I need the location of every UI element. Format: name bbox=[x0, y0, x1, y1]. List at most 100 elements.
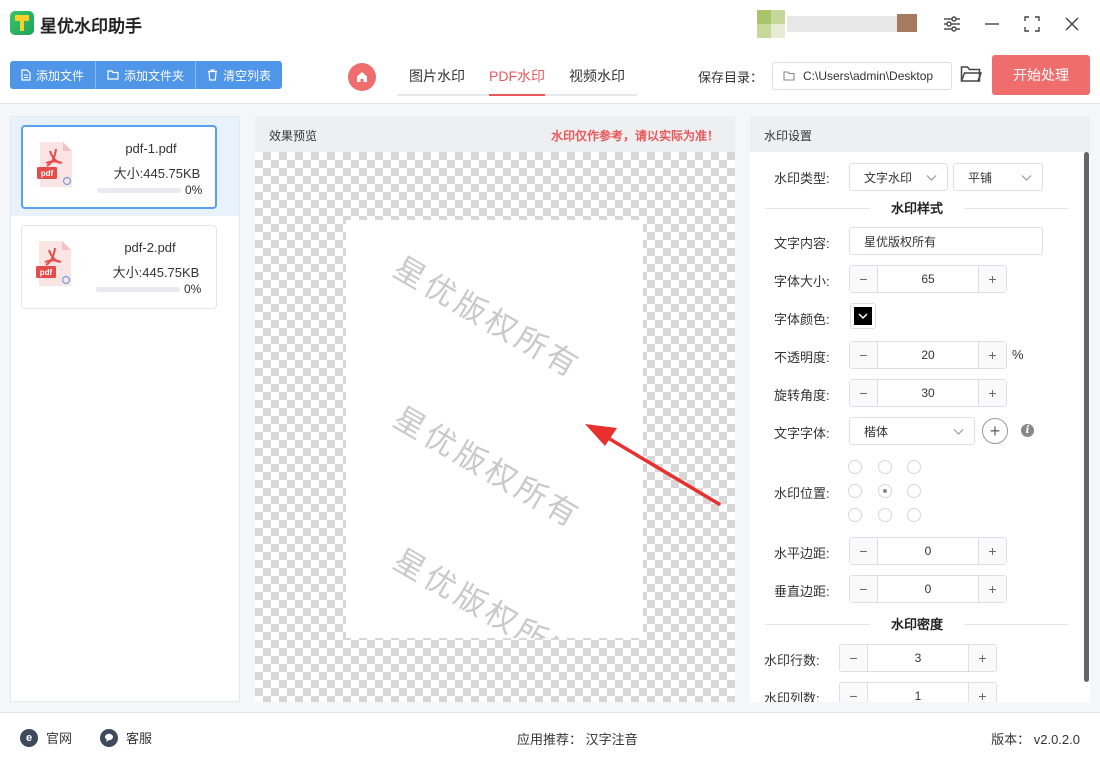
font-size-value[interactable]: 65 bbox=[878, 266, 978, 292]
clear-list-button[interactable]: 清空列表 bbox=[196, 61, 283, 89]
pdf-file-icon: pdf bbox=[36, 241, 71, 286]
decrement-button[interactable]: − bbox=[850, 576, 878, 602]
user-avatar[interactable] bbox=[757, 10, 927, 38]
add-folder-label: 添加文件夹 bbox=[124, 68, 185, 83]
support-link[interactable]: 客服 bbox=[100, 728, 152, 747]
annotation-arrow bbox=[585, 424, 721, 506]
add-file-label: 添加文件 bbox=[36, 68, 85, 83]
rotation-stepper[interactable]: − 30 + bbox=[849, 379, 1007, 407]
rows-label: 水印行数: bbox=[764, 653, 820, 668]
position-bottom-center[interactable] bbox=[878, 508, 892, 522]
font-color-label: 字体颜色: bbox=[774, 312, 830, 327]
app-logo-icon bbox=[10, 11, 34, 35]
font-family-select[interactable]: 楷体 bbox=[849, 417, 975, 445]
preview-header: 效果预览 水印仅作参考，请以实际为准！ bbox=[255, 116, 735, 152]
position-top-left[interactable] bbox=[848, 460, 862, 474]
chevron-down-icon bbox=[858, 313, 868, 320]
tab-pdf-watermark[interactable]: PDF水印 bbox=[477, 58, 557, 96]
decrement-button[interactable]: − bbox=[850, 266, 878, 292]
settings-panel: 水印设置 水印类型: 文字水印 平铺 水印样式 文字内容: 星优版权所有 字体大… bbox=[750, 116, 1090, 702]
increment-button[interactable]: + bbox=[978, 380, 1006, 406]
close-icon[interactable] bbox=[1060, 12, 1084, 36]
file-size: 大小:445.75KB bbox=[112, 265, 200, 280]
app-recommendation[interactable]: 应用推荐： 汉字注音 bbox=[517, 729, 638, 748]
increment-button[interactable]: + bbox=[968, 645, 996, 671]
settings-title: 水印设置 bbox=[764, 129, 813, 143]
version-text: 版本： v2.0.2.0 bbox=[991, 732, 1080, 747]
minimize-icon[interactable] bbox=[980, 12, 1004, 36]
font-color-picker[interactable] bbox=[850, 303, 876, 329]
file-item[interactable]: pdf pdf-2.pdf 大小:445.75KB 0% bbox=[21, 225, 217, 309]
preview-canvas: 星优版权所有 星优版权所有 星优版权所有 bbox=[255, 152, 735, 702]
settings-header: 水印设置 bbox=[750, 116, 1090, 152]
chevron-down-icon bbox=[926, 175, 937, 181]
vertical-margin-stepper[interactable]: − 0 + bbox=[849, 575, 1007, 603]
position-bottom-right[interactable] bbox=[907, 508, 921, 522]
info-icon[interactable]: i bbox=[1021, 424, 1034, 437]
tab-video-watermark[interactable]: 视频水印 bbox=[557, 58, 637, 94]
home-button[interactable] bbox=[348, 63, 376, 91]
decrement-button[interactable]: − bbox=[850, 380, 878, 406]
position-middle-left[interactable] bbox=[848, 484, 862, 498]
support-label: 客服 bbox=[126, 731, 153, 746]
save-dir-field[interactable]: C:\Users\admin\Desktop bbox=[772, 62, 952, 90]
add-file-button[interactable]: 添加文件 bbox=[10, 61, 97, 89]
browse-folder-icon[interactable] bbox=[960, 64, 983, 86]
decrement-button[interactable]: − bbox=[850, 342, 878, 368]
section-watermark-style: 水印样式 bbox=[765, 198, 1069, 218]
position-top-center[interactable] bbox=[878, 460, 892, 474]
rotation-value[interactable]: 30 bbox=[878, 380, 978, 406]
folder-icon bbox=[783, 71, 795, 81]
app-window: 星优水印助手 添加文件 添加文件夹 清空列表 图片水印 PDF水印 视频水印 保… bbox=[0, 0, 1100, 760]
position-center[interactable] bbox=[878, 484, 892, 498]
font-size-stepper[interactable]: − 65 + bbox=[849, 265, 1007, 293]
position-top-right[interactable] bbox=[907, 460, 921, 474]
horizontal-margin-value[interactable]: 0 bbox=[878, 538, 978, 564]
preview-title: 效果预览 bbox=[269, 129, 318, 143]
add-font-button[interactable]: + bbox=[982, 418, 1008, 444]
columns-stepper[interactable]: − 1 + bbox=[839, 682, 997, 702]
footer: e 官网 客服 应用推荐： 汉字注音 版本： v2.0.2.0 bbox=[0, 712, 1100, 760]
maximize-icon[interactable] bbox=[1020, 12, 1044, 36]
rows-value[interactable]: 3 bbox=[868, 645, 968, 671]
horizontal-margin-label: 水平边距: bbox=[774, 546, 830, 561]
horizontal-margin-stepper[interactable]: − 0 + bbox=[849, 537, 1007, 565]
font-family-value: 楷体 bbox=[864, 424, 889, 439]
increment-button[interactable]: + bbox=[968, 683, 996, 702]
increment-button[interactable]: + bbox=[978, 266, 1006, 292]
position-bottom-left[interactable] bbox=[848, 508, 862, 522]
color-swatch bbox=[854, 307, 872, 325]
file-list: pdf pdf-1.pdf 大小:445.75KB 0% pdf pdf-2.p… bbox=[10, 116, 240, 702]
tab-image-watermark[interactable]: 图片水印 bbox=[397, 58, 477, 94]
layout-mode-select[interactable]: 平铺 bbox=[953, 163, 1043, 191]
chat-bubble-icon bbox=[100, 728, 118, 747]
columns-value[interactable]: 1 bbox=[868, 683, 968, 702]
add-folder-button[interactable]: 添加文件夹 bbox=[96, 61, 197, 89]
settings-sliders-icon[interactable] bbox=[940, 12, 964, 36]
decrement-button[interactable]: − bbox=[840, 683, 868, 702]
file-item[interactable]: pdf pdf-1.pdf 大小:445.75KB 0% bbox=[21, 125, 217, 209]
increment-button[interactable]: + bbox=[978, 576, 1006, 602]
clear-list-label: 清空列表 bbox=[223, 68, 272, 83]
file-name: pdf-1.pdf bbox=[125, 141, 177, 156]
position-middle-right[interactable] bbox=[907, 484, 921, 498]
decrement-button[interactable]: − bbox=[850, 538, 878, 564]
vertical-margin-value[interactable]: 0 bbox=[878, 576, 978, 602]
file-progress-bar bbox=[97, 188, 181, 193]
start-processing-button[interactable]: 开始处理 bbox=[992, 55, 1090, 95]
rows-stepper[interactable]: − 3 + bbox=[839, 644, 997, 672]
file-size: 大小:445.75KB bbox=[113, 166, 201, 181]
increment-button[interactable]: + bbox=[978, 538, 1006, 564]
text-content-label: 文字内容: bbox=[774, 236, 830, 251]
title-bar: 星优水印助手 bbox=[0, 0, 1100, 48]
opacity-value[interactable]: 20 bbox=[878, 342, 978, 368]
save-dir-value: C:\Users\admin\Desktop bbox=[803, 69, 934, 83]
website-link[interactable]: e 官网 bbox=[20, 728, 72, 747]
text-content-input[interactable]: 星优版权所有 bbox=[849, 227, 1043, 255]
increment-button[interactable]: + bbox=[978, 342, 1006, 368]
opacity-stepper[interactable]: − 20 + bbox=[849, 341, 1007, 369]
watermark-type-select[interactable]: 文字水印 bbox=[849, 163, 948, 191]
preview-panel: 效果预览 水印仅作参考，请以实际为准！ 星优版权所有 星优版权所有 星优版权所有 bbox=[255, 116, 735, 702]
decrement-button[interactable]: − bbox=[840, 645, 868, 671]
settings-scrollbar[interactable] bbox=[1084, 152, 1089, 682]
